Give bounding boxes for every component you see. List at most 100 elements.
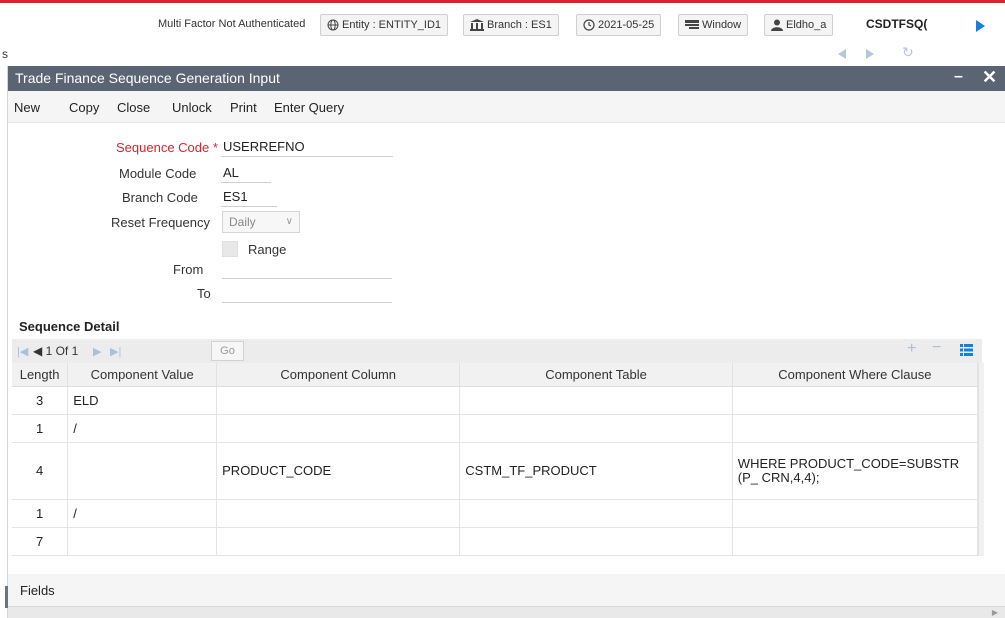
grid-vertical-scrollbar[interactable] [978,363,984,556]
fields-bar: Fields [8,574,1005,606]
menu-copy[interactable]: Copy [69,100,99,115]
component-column-cell[interactable] [216,499,461,528]
column-header[interactable]: Component Where Clause [732,363,979,387]
horizontal-scrollbar[interactable]: ▶ [8,606,1005,618]
from-label: From [173,262,204,277]
to-field[interactable] [222,283,392,303]
clock-icon [583,19,595,31]
menu-print[interactable]: Print [230,100,257,115]
required-star: * [212,140,218,155]
branch-code-field[interactable] [221,187,277,207]
menu-close[interactable]: Close [117,100,150,115]
window-edge [5,586,8,608]
component-where-cell[interactable] [732,527,979,556]
menu-enter-query[interactable]: Enter Query [274,100,344,115]
component-table-cell[interactable] [459,414,733,443]
length-cell[interactable]: 1 [12,499,69,528]
user-icon [771,19,783,31]
date-button[interactable]: 2021-05-25 [576,14,662,36]
component-table-cell[interactable]: CSTM_TF_PRODUCT [459,442,733,500]
column-header[interactable]: Component Column [216,363,461,387]
column-header[interactable]: Component Value [67,363,218,387]
range-label: Range [248,242,287,257]
from-field[interactable] [222,259,392,279]
last-page-icon[interactable]: ▶| [110,345,121,358]
next-arrow-icon[interactable] [866,49,874,59]
component-where-cell[interactable] [732,414,979,443]
first-page-icon[interactable]: |◀ [17,345,28,358]
pager-label: 1 Of 1 [45,344,79,358]
reset-frequency-label: Reset Frequency [111,215,210,230]
component-value-cell[interactable] [67,527,218,556]
sequence-generation-window: Trade Finance Sequence Generation Input … [7,66,1005,618]
component-value-cell[interactable] [67,442,218,500]
branch-label: Branch : ES1 [487,19,552,31]
range-checkbox[interactable] [222,241,238,257]
menu-new[interactable]: New [14,100,40,115]
table-row[interactable]: 7 [12,527,979,556]
component-column-cell[interactable] [216,386,461,415]
component-where-cell[interactable]: WHERE PRODUCT_CODE=SUBSTR(P_ CRN,4,4); [732,442,979,500]
entity-button[interactable]: Entity : ENTITY_ID1 [320,14,449,36]
component-column-cell[interactable]: PRODUCT_CODE [216,442,461,500]
window-button[interactable]: Window [678,14,749,36]
minimize-icon[interactable]: – [954,68,963,86]
reset-frequency-select[interactable]: Daily ∨ [222,211,300,233]
table-row[interactable]: 3 ELD [12,386,979,415]
component-where-cell[interactable] [732,386,979,415]
go-arrow-icon[interactable] [976,20,985,32]
list-view-icon[interactable] [960,344,973,356]
go-button[interactable]: Go [211,341,244,361]
to-label: To [197,286,211,301]
length-cell[interactable]: 3 [12,386,69,415]
column-header[interactable]: Length [12,363,69,387]
close-icon[interactable]: ✕ [982,67,997,88]
component-table-cell[interactable] [459,527,733,556]
component-table-cell[interactable] [459,499,733,528]
globe-icon [327,19,339,31]
window-icon [685,20,699,29]
grid-toolbar: |◀ ◀ ◀ 1 Of 1 ▶ ▶| Go + − [12,339,982,363]
delete-row-icon[interactable]: − [932,339,941,357]
component-value-cell[interactable]: / [67,414,218,443]
length-cell[interactable]: 4 [12,442,69,500]
component-column-cell[interactable] [216,414,461,443]
window-label: Window [702,19,742,31]
component-table-cell[interactable] [459,386,733,415]
menu-unlock[interactable]: Unlock [172,100,212,115]
sub-bar: s ↻ [0,43,1005,65]
table-row[interactable]: 4 PRODUCT_CODE CSTM_TF_PRODUCT WHERE PRO… [12,442,979,500]
length-cell[interactable]: 7 [12,527,69,556]
user-button[interactable]: Eldho_a [764,14,834,36]
auth-status: Multi Factor Not Authenticated [158,18,306,30]
fields-button[interactable]: Fields [20,583,55,598]
length-cell[interactable]: 1 [12,414,69,443]
module-code-field[interactable] [221,163,271,183]
add-row-icon[interactable]: + [907,340,916,358]
sequence-code-label: Sequence Code * [116,140,218,155]
date-label: 2021-05-25 [598,19,655,31]
branch-button[interactable]: Branch : ES1 [463,14,559,36]
scroll-right-icon[interactable]: ▶ [992,608,998,617]
branch-code-label: Branch Code [122,190,198,205]
refresh-icon[interactable]: ↻ [902,44,914,61]
entity-label: Entity : ENTITY_ID1 [342,19,442,31]
chevron-down-icon: ∨ [285,216,293,227]
component-column-cell[interactable] [216,527,461,556]
function-id[interactable]: CSDTFSQ( [866,14,927,36]
component-value-cell[interactable]: / [67,499,218,528]
sub-bar-label: s [2,47,8,61]
table-header-row: Length Component Value Component Column … [12,363,979,387]
sequence-code-field[interactable] [221,137,393,157]
previous-arrow-icon[interactable] [838,49,846,59]
next-page-icon[interactable]: ▶ [93,345,101,358]
reset-frequency-value: Daily [229,215,256,229]
component-value-cell[interactable]: ELD [67,386,218,415]
module-code-label: Module Code [119,166,197,181]
column-header[interactable]: Component Table [459,363,733,387]
sequence-detail-title: Sequence Detail [19,319,120,334]
component-where-cell[interactable] [732,499,979,528]
table-row[interactable]: 1 / [12,499,979,528]
bank-icon [470,19,484,31]
table-row[interactable]: 1 / [12,414,979,443]
